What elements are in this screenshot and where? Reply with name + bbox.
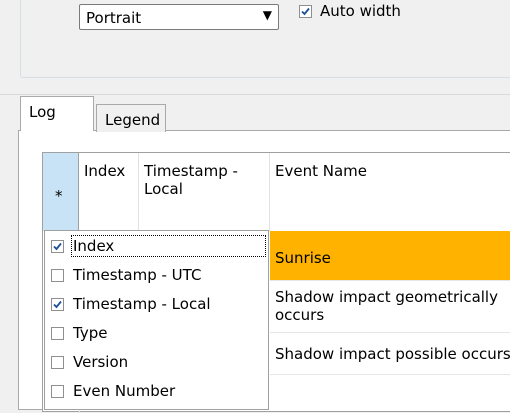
even-number-checkbox[interactable] [51, 384, 64, 398]
tab-legend[interactable]: Legend [96, 104, 166, 132]
chevron-down-icon[interactable]: ▼ [263, 8, 272, 22]
column-option-label: Even Number [73, 382, 176, 400]
auto-width-option[interactable]: Auto width [299, 2, 401, 20]
column-header-index[interactable]: Index [79, 153, 139, 231]
check-icon [53, 300, 62, 308]
table-row[interactable]: Sunrise [270, 231, 510, 281]
timestamp-local-checkbox[interactable] [51, 297, 64, 311]
column-chooser-menu: Index Timestamp - UTC Timestamp - Local … [44, 230, 269, 410]
print-settings-group: Portrait ▼ Auto width [20, 0, 510, 78]
select-all-header[interactable]: * [43, 153, 79, 231]
tab-legend-label: Legend [105, 111, 161, 129]
tab-log[interactable]: Log [20, 96, 94, 131]
column-option-label: Version [73, 353, 129, 371]
column-header-event-name[interactable]: Event Name [270, 153, 510, 231]
column-option-even-number[interactable]: Even Number [51, 379, 175, 403]
column-option-index[interactable]: Index [51, 234, 267, 258]
column-option-version[interactable]: Version [51, 350, 128, 374]
column-option-label: Timestamp - UTC [73, 266, 202, 284]
column-option-label: Timestamp - Local [73, 295, 211, 313]
index-checkbox[interactable] [51, 239, 64, 253]
column-option-timestamp-local[interactable]: Timestamp - Local [51, 292, 211, 316]
column-header-timestamp-local[interactable]: Timestamp - Local [139, 153, 270, 231]
table-row[interactable]: Shadow impact geometrically occurs [270, 281, 510, 333]
column-option-label: Type [73, 324, 108, 342]
asterisk-icon: * [55, 187, 63, 205]
divider [0, 94, 510, 95]
column-option-timestamp-utc[interactable]: Timestamp - UTC [51, 263, 201, 287]
auto-width-label: Auto width [320, 2, 401, 20]
table-row[interactable]: Shadow impact possible occurs [270, 333, 510, 375]
orientation-dropdown[interactable]: Portrait ▼ [79, 4, 279, 30]
check-icon [53, 242, 62, 250]
column-option-type[interactable]: Type [51, 321, 107, 345]
auto-width-checkbox[interactable] [299, 4, 312, 18]
orientation-value: Portrait [86, 9, 142, 27]
check-icon [301, 7, 310, 15]
timestamp-utc-checkbox[interactable] [51, 268, 64, 282]
tab-log-label: Log [29, 103, 56, 121]
version-checkbox[interactable] [51, 355, 64, 369]
type-checkbox[interactable] [51, 326, 64, 340]
column-option-label: Index [70, 235, 267, 257]
